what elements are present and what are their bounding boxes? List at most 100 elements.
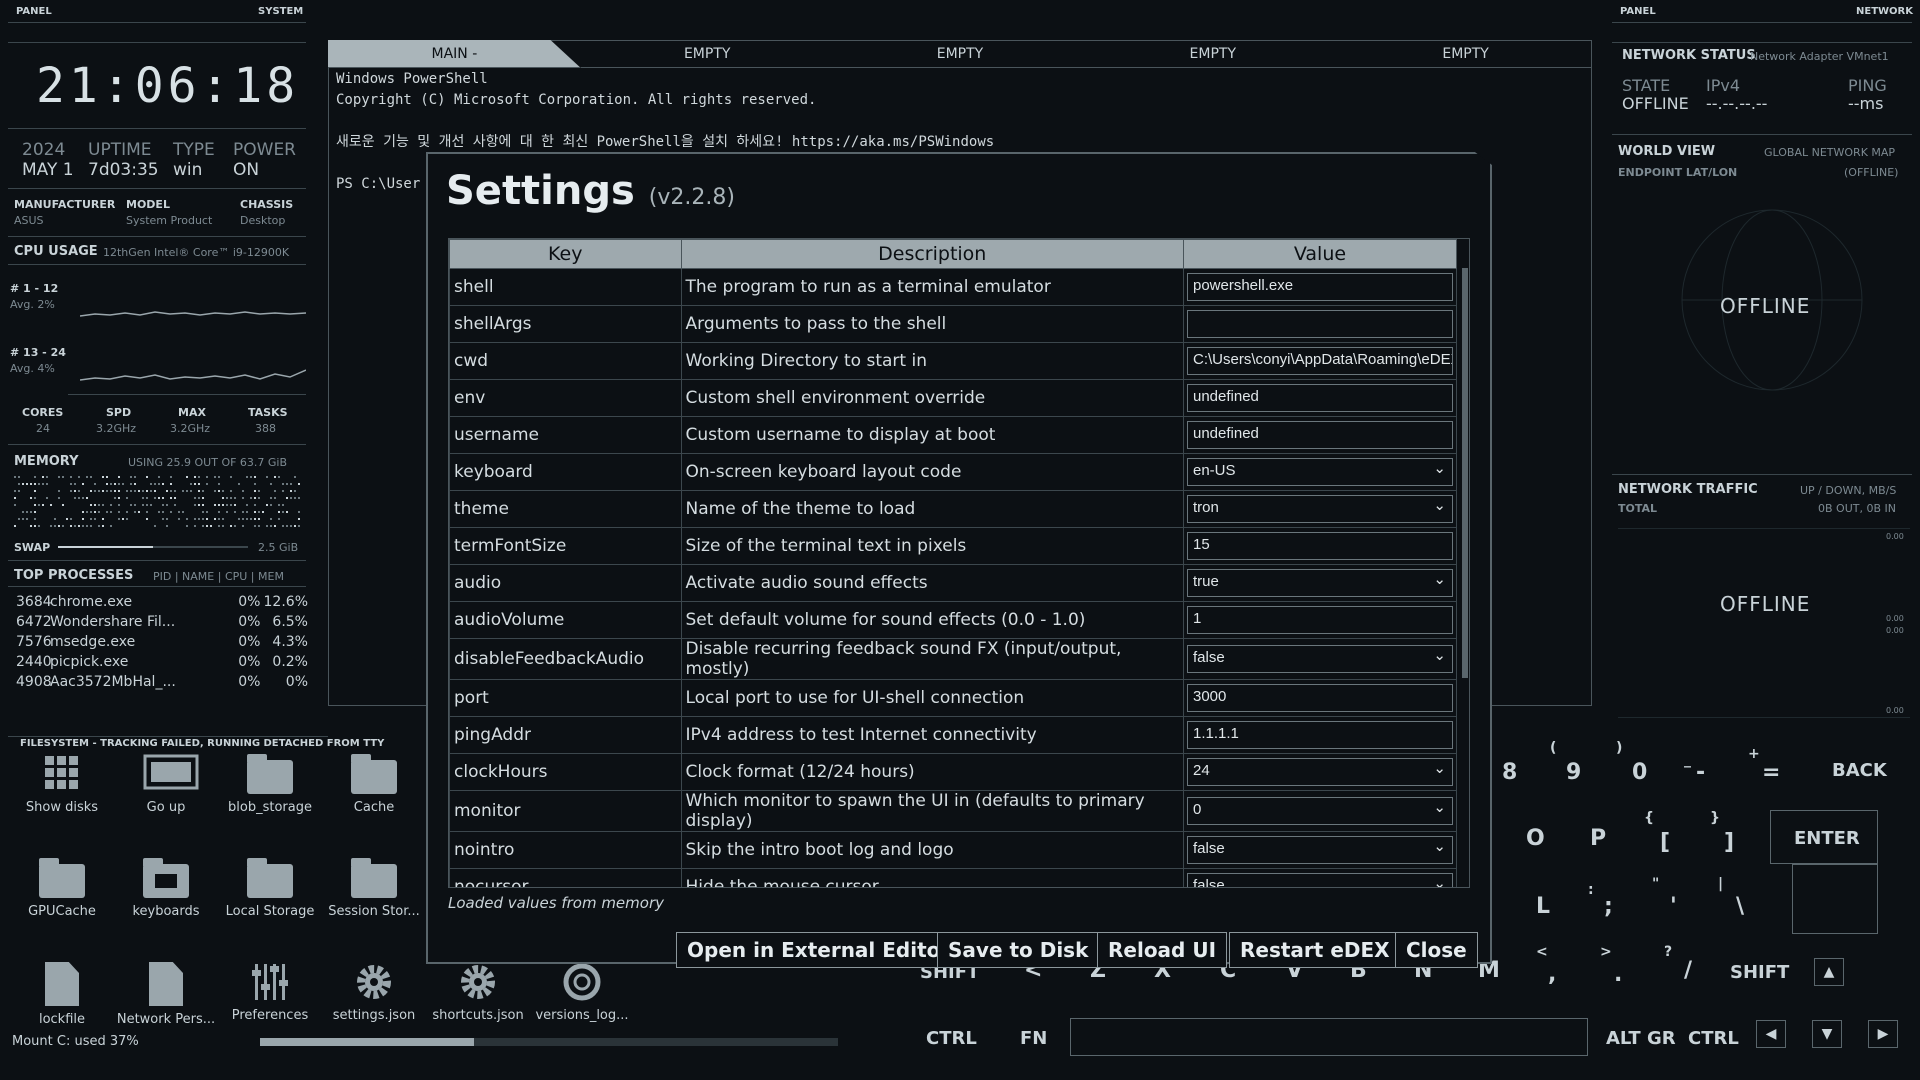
key-shift-char: | xyxy=(1718,876,1724,892)
filesystem-item[interactable]: GPUCache xyxy=(12,858,112,919)
key[interactable]: - xyxy=(1696,760,1705,785)
key[interactable]: / xyxy=(1684,958,1692,983)
key[interactable]: ' xyxy=(1670,894,1677,919)
traffic-axis-tick: 0.00 xyxy=(1886,706,1904,715)
settings-row-shellArgs: shellArgs Arguments to pass to the shell xyxy=(449,305,1458,343)
setting-value-text: 24 xyxy=(1192,762,1210,779)
setting-select-nointro[interactable]: false xyxy=(1186,836,1453,864)
key[interactable]: \ xyxy=(1736,894,1744,919)
setting-value-text: 1.1.1.1 xyxy=(1192,725,1239,742)
key[interactable]: [ xyxy=(1660,830,1670,855)
key[interactable]: 0 xyxy=(1632,760,1647,785)
tab-empty-3[interactable]: EMPTY xyxy=(1086,40,1340,68)
setting-key: clockHours xyxy=(449,753,682,791)
setting-select-nocursor[interactable]: false xyxy=(1186,873,1453,888)
arrow-right-icon[interactable]: ▶ xyxy=(1868,1020,1898,1048)
setting-select-monitor[interactable]: 0 xyxy=(1186,797,1453,825)
setting-key: audio xyxy=(449,564,682,602)
key[interactable]: = xyxy=(1762,760,1780,785)
key[interactable]: ] xyxy=(1724,830,1734,855)
filesystem-item[interactable]: shortcuts.json xyxy=(428,962,528,1023)
key-shift-char: : xyxy=(1588,882,1594,898)
filesystem-item-label: lockfile xyxy=(38,1012,86,1027)
filesystem-item[interactable]: settings.json xyxy=(324,962,424,1023)
key[interactable]: FN xyxy=(1020,1028,1047,1049)
key[interactable]: SHIFT xyxy=(1730,962,1789,983)
setting-select-theme[interactable]: tron xyxy=(1186,495,1453,523)
filesystem-item[interactable]: versions_log... xyxy=(532,962,632,1023)
type-label: TYPE xyxy=(173,140,215,160)
filesystem-item-label: versions_log... xyxy=(535,1008,629,1023)
tab-empty-2[interactable]: EMPTY xyxy=(833,40,1087,68)
arrow-down-icon[interactable]: ▼ xyxy=(1812,1020,1842,1048)
enter-key-outline[interactable] xyxy=(1792,864,1878,934)
setting-input-shell[interactable]: powershell.exe xyxy=(1186,273,1453,301)
arrow-up-icon[interactable]: ▲ xyxy=(1814,958,1844,986)
traffic-axis-tick: 0.00 xyxy=(1886,532,1904,541)
key[interactable]: CTRL xyxy=(926,1028,977,1049)
mount-bar xyxy=(260,1038,838,1046)
key[interactable]: P xyxy=(1590,826,1606,851)
setting-input-cwd[interactable]: C:\Users\conyi\AppData\Roaming\eDEX xyxy=(1186,347,1453,375)
tab-main[interactable]: MAIN - xyxy=(328,40,581,68)
spacebar-key[interactable] xyxy=(1070,1018,1588,1056)
setting-input-env[interactable]: undefined xyxy=(1186,384,1453,412)
setting-input-audioVolume[interactable]: 1 xyxy=(1186,606,1453,634)
setting-select-clockHours[interactable]: 24 xyxy=(1186,758,1453,786)
settings-table-container[interactable]: Key Description Value shell The program t… xyxy=(448,238,1470,888)
restart-edex-button[interactable]: Restart eDEX xyxy=(1229,932,1401,968)
filesystem-item[interactable]: lockfile xyxy=(12,962,112,1027)
key[interactable]: ALT GR xyxy=(1606,1028,1676,1049)
key[interactable]: , xyxy=(1548,962,1556,987)
reload-ui-button[interactable]: Reload UI xyxy=(1097,932,1228,968)
key[interactable]: L xyxy=(1536,894,1550,919)
key[interactable]: . xyxy=(1614,962,1622,987)
key[interactable]: CTRL xyxy=(1688,1028,1739,1049)
cores-value: 24 xyxy=(36,422,50,435)
filesystem-item[interactable]: Go up xyxy=(116,754,216,815)
settings-row-username: username Custom username to display at bo… xyxy=(449,416,1458,454)
filesystem-item[interactable]: Cache xyxy=(324,754,424,815)
filesystem-item[interactable]: blob_storage xyxy=(220,754,320,815)
filesystem-item[interactable]: Show disks xyxy=(12,754,112,815)
save-to-disk-button[interactable]: Save to Disk xyxy=(937,932,1100,968)
setting-input-shellArgs[interactable] xyxy=(1186,310,1453,338)
setting-description: Hide the mouse cursor xyxy=(680,868,1184,887)
setting-input-pingAddr[interactable]: 1.1.1.1 xyxy=(1186,721,1453,749)
tab-empty-4[interactable]: EMPTY xyxy=(1339,40,1592,68)
settings-scrollbar[interactable] xyxy=(1462,268,1468,678)
filesystem-item[interactable]: Session Stor... xyxy=(324,858,424,919)
enter-key-outline[interactable] xyxy=(1770,810,1878,864)
process-list: 3684 chrome.exe 0% 12.6% 6472 Wondershare Fil… xyxy=(16,592,308,692)
setting-value-text: false xyxy=(1192,877,1225,888)
setting-select-keyboard[interactable]: en-US xyxy=(1186,458,1453,486)
setting-input-port[interactable]: 3000 xyxy=(1186,684,1453,712)
setting-select-audio[interactable]: true xyxy=(1186,569,1453,597)
key[interactable]: ; xyxy=(1604,894,1613,919)
tab-empty-1[interactable]: EMPTY xyxy=(580,40,834,68)
arrow-left-icon[interactable]: ◀ xyxy=(1756,1020,1786,1048)
key-shift-char: + xyxy=(1748,746,1760,762)
key[interactable]: 9 xyxy=(1566,760,1581,785)
filesystem-item[interactable]: Local Storage xyxy=(220,858,320,919)
settings-row-cwd: cwd Working Directory to start in C:\Users… xyxy=(449,342,1458,380)
setting-input-termFontSize[interactable]: 15 xyxy=(1186,532,1453,560)
key[interactable]: BACK xyxy=(1832,760,1887,781)
setting-select-disableFeedbackAudio[interactable]: false xyxy=(1186,645,1453,673)
filesystem-item[interactable]: keyboards xyxy=(116,858,216,919)
cores-label: CORES xyxy=(22,406,64,419)
setting-input-username[interactable]: undefined xyxy=(1186,421,1453,449)
key[interactable]: ENTER xyxy=(1794,828,1860,849)
close-button[interactable]: Close xyxy=(1395,932,1478,968)
uptime-value: 7d03:35 xyxy=(88,160,159,180)
settings-row-nocursor: nocursor Hide the mouse cursor false xyxy=(449,868,1458,888)
setting-value-cell: 24 xyxy=(1182,753,1458,791)
filesystem-item[interactable]: Preferences xyxy=(220,962,320,1023)
key[interactable]: 8 xyxy=(1502,760,1517,785)
network-traffic-label: NETWORK TRAFFIC xyxy=(1618,482,1758,497)
filesystem-item[interactable]: Network Pers... xyxy=(116,962,216,1027)
key[interactable]: O xyxy=(1526,826,1545,851)
process-name: chrome.exe xyxy=(50,594,133,610)
filesystem-item-label: blob_storage xyxy=(228,800,312,815)
open-external-editor-button[interactable]: Open in External Editor xyxy=(676,932,962,968)
